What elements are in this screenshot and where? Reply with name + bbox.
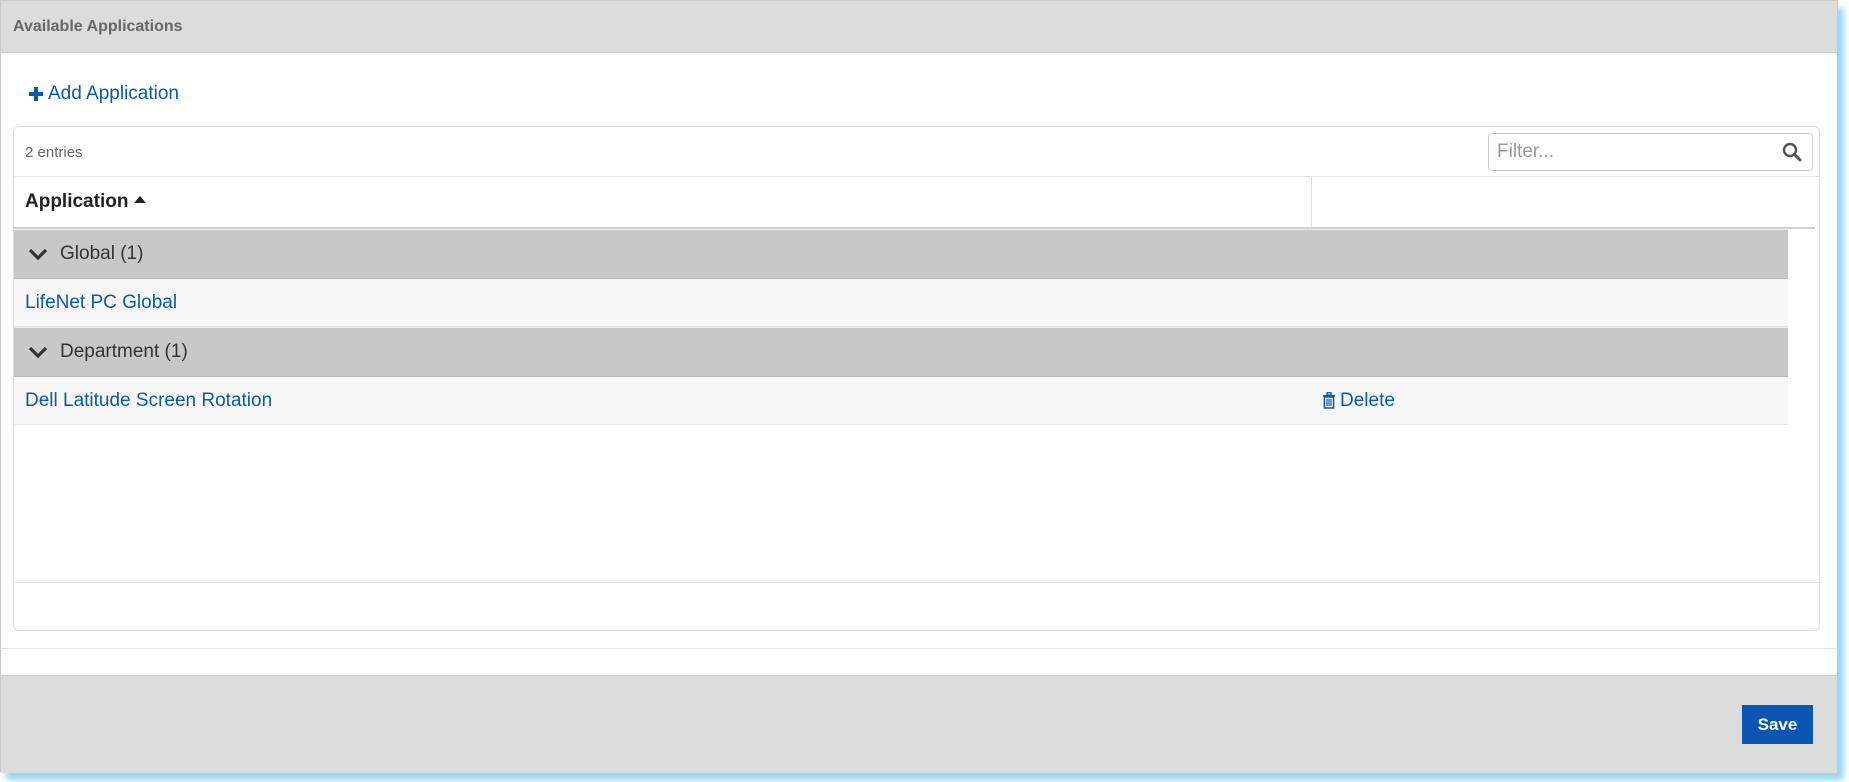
grid-toolbar: 2 entries	[14, 127, 1819, 177]
table-row: LifeNet PC Global	[14, 279, 1788, 327]
group-label: Global (1)	[60, 243, 144, 264]
available-applications-dialog: Available Applications Add Application 2…	[0, 0, 1838, 773]
delete-link[interactable]: Delete	[1312, 390, 1395, 412]
group-row-department[interactable]: Department (1)	[14, 327, 1788, 377]
delete-label: Delete	[1340, 389, 1395, 411]
column-header-actions	[1312, 177, 1323, 227]
dialog-footer: Save	[1, 675, 1837, 773]
dialog-header: Available Applications	[1, 1, 1837, 53]
filter-input[interactable]	[1497, 135, 1777, 169]
filter-box	[1488, 133, 1813, 171]
save-button[interactable]: Save	[1742, 705, 1813, 744]
applications-grid: 2 entries Application Global (1)	[13, 126, 1820, 631]
chevron-down-icon[interactable]	[28, 346, 48, 358]
application-link[interactable]: Dell Latitude Screen Rotation	[14, 390, 1312, 412]
dialog-title: Available Applications	[13, 17, 183, 35]
application-link[interactable]: LifeNet PC Global	[14, 292, 1312, 314]
sort-ascending-icon	[134, 195, 147, 203]
plus-icon	[29, 87, 43, 101]
chevron-down-icon[interactable]	[28, 248, 48, 260]
table-row: Dell Latitude Screen Rotation Delete	[14, 377, 1788, 425]
search-icon[interactable]	[1782, 142, 1802, 162]
grid-header-row: Application	[14, 177, 1815, 229]
entries-count: 2 entries	[25, 144, 83, 161]
column-header-application[interactable]: Application	[14, 177, 1312, 227]
add-application-link[interactable]: Add Application	[29, 83, 179, 105]
trash-icon	[1323, 392, 1335, 409]
add-application-label: Add Application	[48, 83, 179, 104]
divider	[1, 648, 1837, 649]
group-label: Department (1)	[60, 341, 188, 362]
column-header-label: Application	[25, 191, 129, 212]
grid-footer	[14, 582, 1819, 630]
group-row-global[interactable]: Global (1)	[14, 229, 1788, 279]
